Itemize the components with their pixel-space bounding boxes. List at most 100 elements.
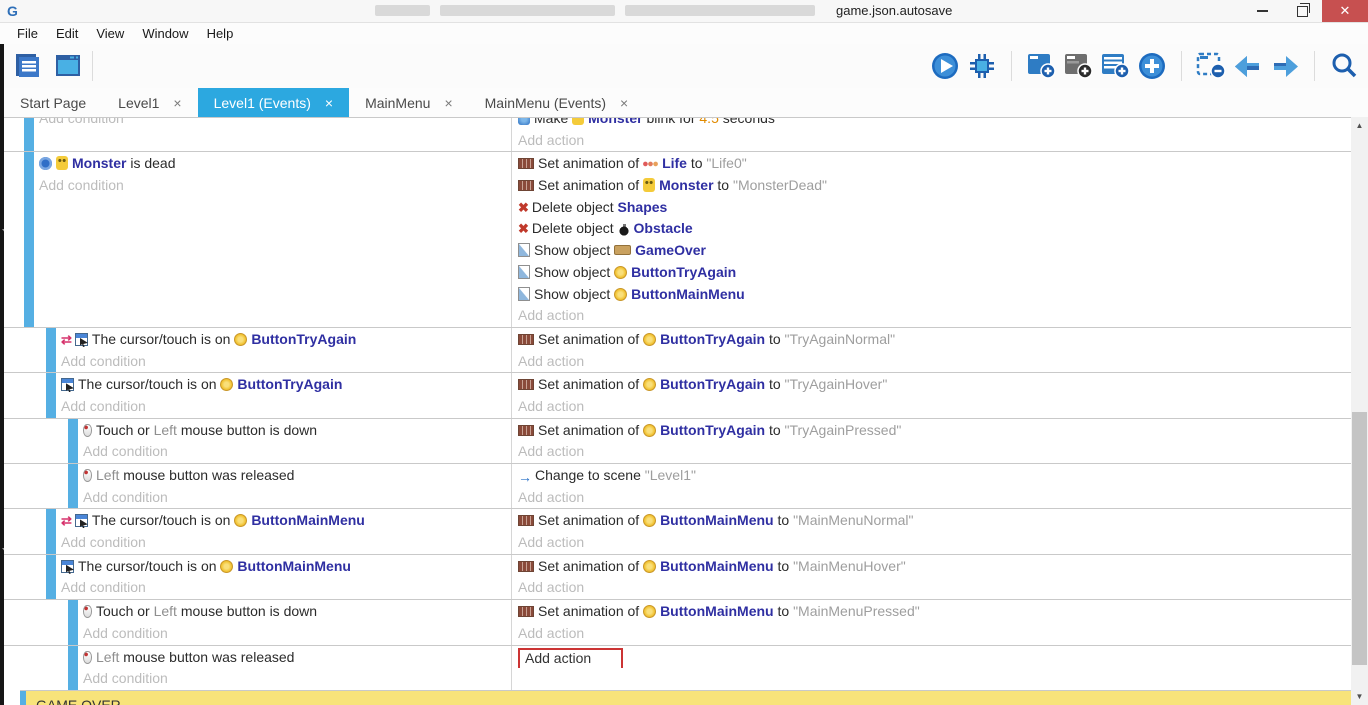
- tab-close-icon[interactable]: ×: [620, 95, 628, 111]
- tab-close-icon[interactable]: ×: [444, 95, 452, 111]
- add-action-button[interactable]: Add action: [518, 577, 1351, 599]
- comment-row[interactable]: GAME OVER: [20, 690, 1351, 705]
- object-name: ButtonMainMenu: [251, 512, 365, 528]
- tab-start-page[interactable]: Start Page: [4, 88, 102, 117]
- add-comment-icon[interactable]: [1099, 50, 1131, 82]
- add-action-button[interactable]: Add action: [518, 305, 1351, 327]
- action-line[interactable]: Show object GameOver: [518, 240, 1351, 262]
- add-action-button[interactable]: Add action: [518, 623, 1351, 645]
- condition-line[interactable]: Monster is dead: [39, 153, 511, 175]
- add-condition-button[interactable]: Add condition: [61, 396, 511, 418]
- undo-icon[interactable]: [1232, 50, 1264, 82]
- add-action-button[interactable]: Add action: [518, 351, 1351, 373]
- action-line[interactable]: Set animation of ButtonMainMenu to "Main…: [518, 601, 1351, 623]
- add-more-icon[interactable]: [1136, 50, 1168, 82]
- event-row[interactable]: ⇄The cursor/touch is on ButtonTryAgainAd…: [4, 327, 1351, 372]
- animation-icon: [518, 606, 534, 617]
- condition-line[interactable]: Touch or Left mouse button is down: [83, 601, 511, 623]
- tab-mainmenu[interactable]: MainMenu×: [349, 88, 469, 117]
- add-action-button[interactable]: Add action: [518, 441, 1351, 463]
- action-line[interactable]: ✖Delete object Shapes: [518, 197, 1351, 219]
- add-action-button[interactable]: Add action: [518, 532, 1351, 554]
- condition-line[interactable]: Left mouse button was released: [83, 647, 511, 669]
- condition-line[interactable]: The cursor/touch is on ButtonMainMenu: [61, 556, 511, 578]
- action-line[interactable]: Set animation of ButtonTryAgain to "TryA…: [518, 329, 1351, 351]
- event-row[interactable]: Left mouse button was releasedAdd condit…: [4, 463, 1351, 508]
- add-event-icon[interactable]: [1025, 50, 1057, 82]
- event-row[interactable]: The cursor/touch is on ButtonTryAgainAdd…: [4, 372, 1351, 417]
- event-row[interactable]: Monster is deadAdd condition Set animatio…: [4, 151, 1351, 327]
- placeholder-text: Add action: [518, 534, 584, 550]
- scroll-up-icon[interactable]: ▲: [1351, 117, 1368, 134]
- restore-button[interactable]: [1282, 0, 1322, 22]
- coin-icon: [220, 560, 233, 573]
- action-line[interactable]: ✖Delete object Obstacle: [518, 218, 1351, 240]
- event-row[interactable]: Touch or Left mouse button is downAdd co…: [4, 599, 1351, 644]
- search-icon[interactable]: [1328, 50, 1360, 82]
- highlighted-add-action[interactable]: Add action: [518, 648, 623, 669]
- tab-mainmenu-events-[interactable]: MainMenu (Events)×: [469, 88, 645, 117]
- add-action-button[interactable]: Add action: [518, 396, 1351, 418]
- condition-line[interactable]: Touch or Left mouse button is down: [83, 420, 511, 442]
- action-line[interactable]: Set animation of Life to "Life0": [518, 153, 1351, 175]
- debug-icon[interactable]: [966, 50, 998, 82]
- vertical-scrollbar[interactable]: ▲ ▼: [1351, 117, 1368, 705]
- add-condition-button[interactable]: Add condition: [83, 441, 511, 463]
- action-line[interactable]: Set animation of ButtonMainMenu to "Main…: [518, 556, 1351, 578]
- tab-level1-events-[interactable]: Level1 (Events)×: [198, 88, 349, 117]
- event-text: to: [774, 603, 793, 619]
- condition-line[interactable]: The cursor/touch is on ButtonTryAgain: [61, 374, 511, 396]
- conditions-column: Monster is deadAdd condition: [34, 152, 511, 327]
- event-row[interactable]: Touch or Left mouse button is downAdd co…: [4, 418, 1351, 463]
- add-condition-button[interactable]: Add condition: [61, 351, 511, 373]
- menu-edit[interactable]: Edit: [47, 23, 87, 44]
- close-button[interactable]: ✕: [1322, 0, 1368, 22]
- add-condition-button[interactable]: Add condition: [39, 175, 511, 197]
- action-line[interactable]: Set animation of ButtonMainMenu to "Main…: [518, 510, 1351, 532]
- condition-line[interactable]: Left mouse button was released: [83, 465, 511, 487]
- add-action-button[interactable]: Add action: [518, 487, 1351, 509]
- add-action-button[interactable]: Add action: [518, 647, 1351, 669]
- object-name: ButtonMainMenu: [660, 512, 774, 528]
- scrollbar-thumb[interactable]: [1352, 412, 1367, 665]
- event-row[interactable]: Left mouse button was releasedAdd condit…: [4, 645, 1351, 690]
- menu-view[interactable]: View: [87, 23, 133, 44]
- event-row[interactable]: Add condition Make Monster blink for 4.5 …: [4, 117, 1351, 151]
- minimize-button[interactable]: [1242, 0, 1282, 22]
- add-condition-button[interactable]: Add condition: [83, 668, 511, 690]
- tab-level1[interactable]: Level1×: [102, 88, 197, 117]
- event-bar: [46, 328, 56, 372]
- redo-icon[interactable]: [1269, 50, 1301, 82]
- add-condition-button[interactable]: Add condition: [39, 117, 511, 130]
- scroll-down-icon[interactable]: ▼: [1351, 688, 1368, 705]
- add-condition-button[interactable]: Add condition: [61, 577, 511, 599]
- add-condition-button[interactable]: Add condition: [61, 532, 511, 554]
- invert-icon: ⇄: [61, 510, 72, 532]
- action-line[interactable]: Set animation of Monster to "MonsterDead…: [518, 175, 1351, 197]
- tab-close-icon[interactable]: ×: [325, 95, 333, 111]
- action-line[interactable]: Set animation of ButtonTryAgain to "TryA…: [518, 420, 1351, 442]
- menu-help[interactable]: Help: [198, 23, 243, 44]
- condition-line[interactable]: ⇄The cursor/touch is on ButtonMainMenu: [61, 510, 511, 532]
- menu-file[interactable]: File: [8, 23, 47, 44]
- event-row[interactable]: ⇄The cursor/touch is on ButtonMainMenuAd…: [4, 508, 1351, 553]
- action-line[interactable]: →Change to scene "Level1": [518, 465, 1351, 487]
- event-bar: [68, 646, 78, 690]
- action-line[interactable]: Set animation of ButtonTryAgain to "TryA…: [518, 374, 1351, 396]
- project-manager-icon[interactable]: [12, 50, 44, 82]
- cursor-arrow: [66, 565, 74, 574]
- add-condition-button[interactable]: Add condition: [83, 623, 511, 645]
- action-line[interactable]: Show object ButtonMainMenu: [518, 284, 1351, 306]
- action-line[interactable]: Show object ButtonTryAgain: [518, 262, 1351, 284]
- add-condition-button[interactable]: Add condition: [83, 487, 511, 509]
- tab-close-icon[interactable]: ×: [173, 95, 181, 111]
- event-row[interactable]: The cursor/touch is on ButtonMainMenuAdd…: [4, 554, 1351, 599]
- start-page-window-icon[interactable]: [52, 50, 84, 82]
- add-action-button[interactable]: Add action: [518, 130, 1351, 152]
- remove-event-icon[interactable]: [1195, 50, 1227, 82]
- action-line[interactable]: Make Monster blink for 4.5 seconds: [518, 117, 1351, 130]
- play-icon[interactable]: [929, 50, 961, 82]
- condition-line[interactable]: ⇄The cursor/touch is on ButtonTryAgain: [61, 329, 511, 351]
- add-sub-event-icon[interactable]: [1062, 50, 1094, 82]
- menu-window[interactable]: Window: [133, 23, 197, 44]
